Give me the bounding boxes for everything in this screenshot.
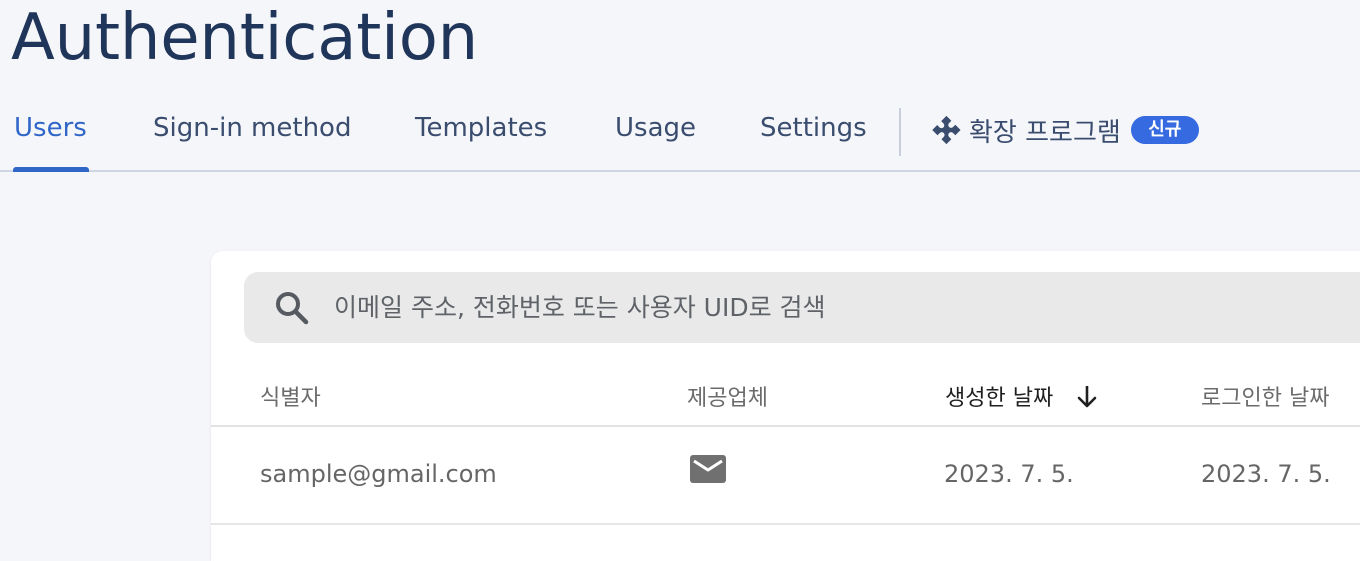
active-tab-indicator [13, 167, 89, 172]
search-input[interactable] [332, 292, 1236, 323]
identifier-cell: sample@gmail.com [260, 460, 497, 488]
table-row[interactable]: sample@gmail.com 2023. 7. 5. 2023. 7. 5. [211, 427, 1360, 525]
page-title: Authentication [11, 1, 479, 75]
column-header-signed-in[interactable]: 로그인한 날짜 [1201, 380, 1329, 412]
column-header-provider[interactable]: 제공업체 [687, 380, 768, 412]
email-icon [690, 455, 726, 483]
column-header-created[interactable]: 생성한 날짜 [945, 380, 1053, 412]
column-header-identifier[interactable]: 식별자 [260, 380, 321, 412]
tab-extensions[interactable]: 확장 프로그램 신규 [929, 113, 1199, 148]
tab-bar: Users Sign-in method Templates Usage Set… [0, 96, 1360, 172]
tab-divider [899, 108, 901, 156]
tab-templates[interactable]: Templates [415, 113, 547, 143]
tab-usage[interactable]: Usage [615, 113, 696, 143]
new-badge: 신규 [1130, 116, 1199, 144]
search-icon [276, 291, 309, 324]
tab-settings[interactable]: Settings [760, 113, 867, 143]
arrow-down-icon[interactable] [1075, 383, 1099, 411]
signed-in-date-cell: 2023. 7. 5. [1201, 460, 1331, 488]
tab-users[interactable]: Users [14, 113, 87, 143]
extension-icon [932, 115, 961, 145]
search-box[interactable] [244, 272, 1360, 343]
tab-sign-in-method[interactable]: Sign-in method [153, 113, 351, 143]
table-header: 식별자 제공업체 생성한 날짜 로그인한 날짜 [211, 373, 1360, 427]
extension-label: 확장 프로그램 [969, 117, 1121, 148]
created-date-cell: 2023. 7. 5. [944, 460, 1074, 488]
users-card: 식별자 제공업체 생성한 날짜 로그인한 날짜 sample@gmail.com… [211, 251, 1360, 561]
